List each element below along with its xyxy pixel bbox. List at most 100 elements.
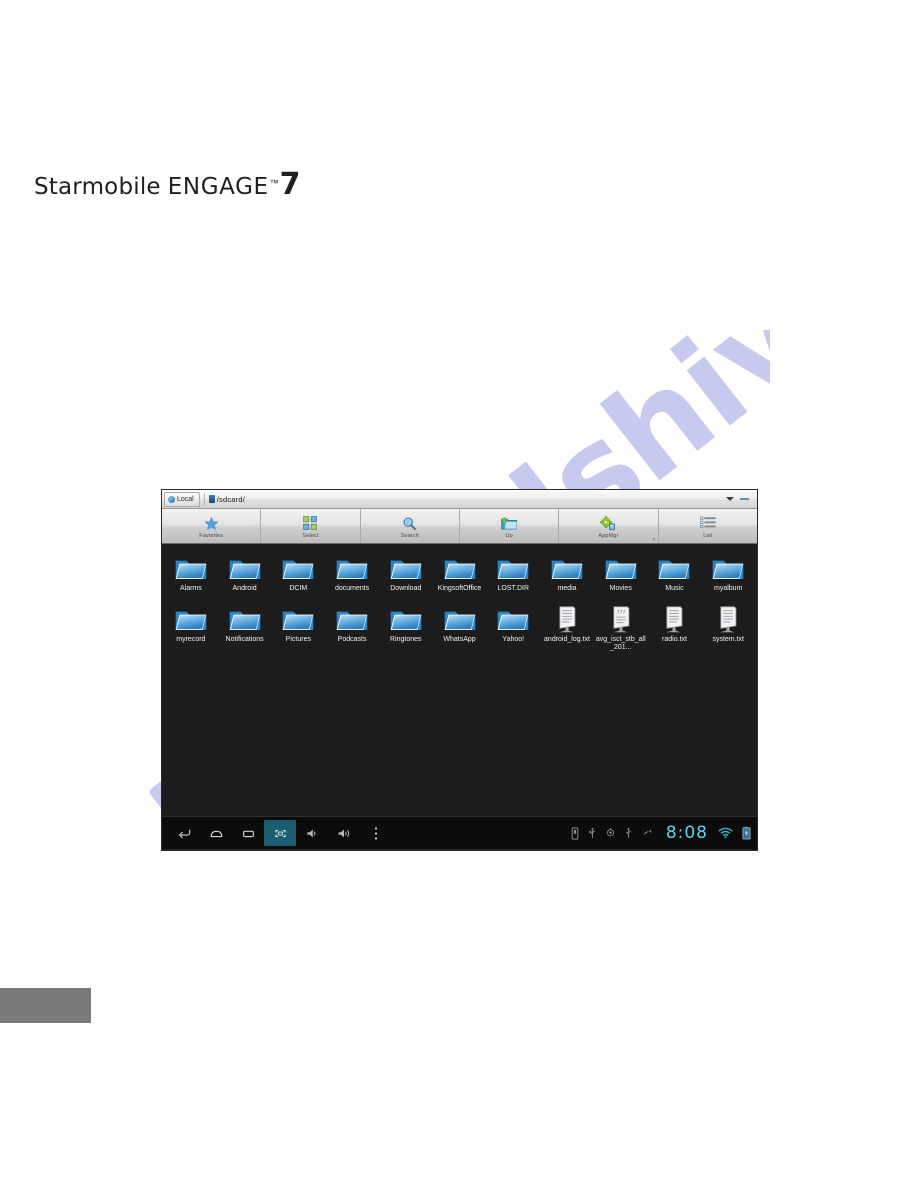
folder-up-icon [500, 515, 518, 531]
file-item[interactable]: WhatsApp [433, 601, 487, 653]
file-item[interactable]: myrecord [164, 601, 218, 653]
file-name: Notifications [225, 635, 264, 643]
file-item[interactable]: Alarms [164, 550, 218, 594]
file-grid: Alarms Android DCIM documents Download K… [162, 544, 757, 816]
toolbar-label-favorites: Favorites [199, 533, 224, 539]
file-name: Pictures [285, 635, 311, 643]
file-item[interactable]: Ringtones [379, 601, 433, 653]
folder-icon [389, 554, 423, 582]
toolbar-label-up: Up [505, 533, 513, 539]
volume-up-icon[interactable] [328, 820, 360, 846]
folder-icon [281, 605, 315, 633]
file-name: Podcasts [337, 635, 367, 643]
folder-icon [335, 554, 369, 582]
brand-model-number: 7 [279, 167, 301, 202]
list-view-icon [699, 515, 716, 531]
textfile-icon [716, 605, 740, 633]
file-item[interactable]: radio.txt [648, 601, 702, 653]
toolbar-button-list[interactable]: List [659, 509, 757, 543]
chevron-down-icon[interactable] [726, 497, 734, 501]
file-name: Yahoo! [502, 635, 525, 643]
file-item[interactable]: Pictures [271, 601, 325, 653]
file-item[interactable]: LOST.DIR [486, 550, 540, 594]
resize-corner-icon [651, 537, 655, 540]
local-tab[interactable]: Local [164, 491, 200, 507]
magnifier-icon [402, 515, 417, 531]
file-name: Music [665, 585, 684, 592]
usb-icon [588, 827, 597, 840]
usb-debug-icon [606, 827, 615, 840]
toolbar-label-select: Select [302, 533, 319, 539]
folder-icon [711, 554, 745, 582]
toolbar-button-appmgr[interactable]: AppMgr [559, 509, 659, 543]
file-item[interactable]: android_log.txt [540, 601, 594, 653]
file-name: avg_isct_stb_all_201... [595, 635, 646, 652]
folder-icon [496, 605, 530, 633]
toolbar-button-favorites[interactable]: Favorites [162, 509, 262, 543]
folder-icon [604, 554, 638, 582]
file-name: android_log.txt [544, 635, 590, 643]
path-text[interactable]: /sdcard/ [217, 495, 245, 504]
folder-icon [228, 554, 262, 582]
volume-down-icon[interactable] [296, 820, 328, 846]
android-system-bar: 8:08 [162, 816, 757, 849]
sdcard-icon [208, 495, 215, 503]
globe-icon [168, 495, 175, 503]
file-item[interactable]: ??? avg_isct_stb_all_201... [594, 601, 648, 653]
screenshot-icon[interactable] [264, 820, 296, 846]
folder-icon [496, 554, 530, 582]
file-item[interactable]: Android [218, 550, 272, 594]
folder-icon [281, 554, 315, 582]
file-name: myrecord [176, 635, 206, 643]
usb-connected-icon [624, 827, 633, 840]
status-icons: 8:08 [571, 823, 751, 843]
back-icon[interactable] [168, 820, 200, 846]
page-footer-block [0, 988, 91, 1023]
folder-icon [550, 554, 584, 582]
brand-word-engage: ENGAGE [167, 174, 269, 200]
wifi-icon [718, 827, 733, 839]
file-item[interactable]: documents [325, 550, 379, 594]
file-item[interactable]: myalbum [701, 550, 755, 594]
toolbar-button-search[interactable]: Search [361, 509, 460, 543]
file-item[interactable]: Music [648, 550, 702, 594]
battery-charging-icon [742, 826, 751, 840]
file-item[interactable]: system.txt [701, 601, 755, 653]
file-item[interactable]: DCIM [271, 550, 325, 594]
recents-icon[interactable] [232, 820, 264, 846]
folder-icon [389, 605, 423, 633]
textfile-icon [662, 605, 686, 633]
file-item[interactable]: Yahoo! [486, 601, 540, 653]
file-name: KingsoftOffice [437, 585, 482, 592]
file-name: system.txt [712, 635, 744, 643]
toolbar-button-select[interactable]: Select [261, 509, 361, 543]
file-item[interactable]: Notifications [218, 601, 272, 653]
folder-icon [228, 605, 262, 633]
path-bar: Local /sdcard/ [162, 490, 757, 509]
file-name: radio.txt [662, 635, 687, 643]
file-item[interactable]: Movies [594, 550, 648, 594]
file-name: Download [390, 585, 422, 592]
overflow-menu-icon[interactable] [360, 820, 392, 846]
file-item[interactable]: Podcasts [325, 601, 379, 653]
file-name: Ringtones [390, 635, 422, 643]
file-name: DCIM [289, 585, 308, 592]
folder-icon [335, 605, 369, 633]
folder-icon [174, 605, 208, 633]
file-name: Android [232, 585, 257, 592]
folder-icon [657, 554, 691, 582]
file-name: myalbum [714, 585, 743, 592]
file-name: Alarms [179, 585, 202, 592]
textfile-icon: ??? [609, 605, 633, 633]
file-name: WhatsApp [443, 635, 476, 643]
file-row: Alarms Android DCIM documents Download K… [162, 550, 757, 594]
file-item[interactable]: Download [379, 550, 433, 594]
file-name: Movies [609, 585, 632, 592]
file-item[interactable]: KingsoftOffice [433, 550, 487, 594]
file-item[interactable]: media [540, 550, 594, 594]
folder-icon [443, 554, 477, 582]
toolbar-button-up[interactable]: Up [460, 509, 560, 543]
textfile-icon [555, 605, 579, 633]
home-icon[interactable] [200, 820, 232, 846]
minimize-icon[interactable] [740, 498, 749, 500]
